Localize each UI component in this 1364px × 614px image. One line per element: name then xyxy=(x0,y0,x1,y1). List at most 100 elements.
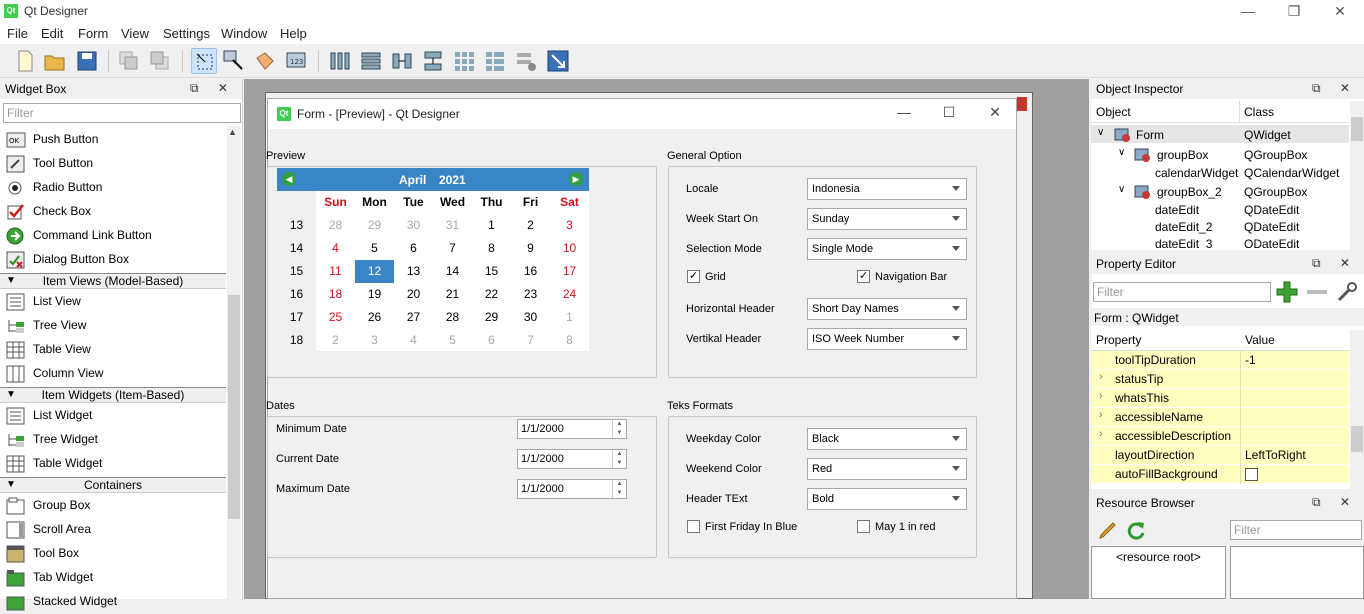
tree-row-calendarwidget[interactable]: calendarWidget QCalendarWidget xyxy=(1091,163,1349,181)
category-item-views[interactable]: ▼ Item Views (Model-Based) xyxy=(0,273,226,289)
widget-dialog-button-box[interactable]: Dialog Button Box xyxy=(4,248,226,272)
menu-settings[interactable]: Settings xyxy=(163,26,210,41)
calendar-day[interactable]: 8 xyxy=(550,329,589,352)
calendar-day[interactable]: 6 xyxy=(472,329,511,352)
layout-splitter-vertical-icon[interactable] xyxy=(420,48,446,74)
tree-row-groupbox-2[interactable]: ∨ groupBox_2 QGroupBox xyxy=(1091,182,1349,200)
selection-mode-combo[interactable]: Single Mode xyxy=(807,238,967,260)
layout-form-icon[interactable] xyxy=(482,48,508,74)
column-class[interactable]: Class xyxy=(1244,105,1274,119)
calendar-year[interactable]: 2021 xyxy=(439,173,466,187)
resource-tree[interactable]: <resource root> xyxy=(1091,546,1226,599)
chevron-down-icon[interactable]: ∨ xyxy=(1118,184,1125,195)
layout-grid-icon[interactable] xyxy=(451,48,477,74)
widget-list-view[interactable]: List View xyxy=(4,290,226,314)
calendar-day[interactable]: 28 xyxy=(316,214,355,237)
widget-push-button[interactable]: OK Push Button xyxy=(4,128,226,152)
category-containers[interactable]: ▼ Containers xyxy=(0,477,226,493)
calendar-day[interactable]: 29 xyxy=(355,214,394,237)
restore-button[interactable]: ❐ xyxy=(1272,2,1316,22)
tree-row-dateedit-3[interactable]: dateEdit_3 QDateEdit xyxy=(1091,234,1349,248)
grid-checkbox[interactable]: ✓ xyxy=(687,270,700,283)
dock-float-close-icons[interactable]: ⧉ ✕ xyxy=(190,81,236,96)
dock-float-close-icons[interactable]: ⧉ ✕ xyxy=(1312,495,1358,510)
widget-group-box[interactable]: Group Box xyxy=(4,494,226,518)
calendar-day[interactable]: 17 xyxy=(550,260,589,283)
layout-horizontal-icon[interactable] xyxy=(327,48,353,74)
calendar-day[interactable]: 5 xyxy=(355,237,394,260)
calendar-day[interactable]: 19 xyxy=(355,283,394,306)
widget-table-view[interactable]: Table View xyxy=(4,338,226,362)
minimum-date-edit[interactable]: 1/1/2000 ▲ ▼ xyxy=(517,419,627,439)
menu-help[interactable]: Help xyxy=(280,26,307,41)
calendar-day[interactable]: 1 xyxy=(472,214,511,237)
menu-form[interactable]: Form xyxy=(78,26,108,41)
calendar-day[interactable]: 15 xyxy=(472,260,511,283)
maximum-date-edit[interactable]: 1/1/2000 ▲ ▼ xyxy=(517,479,627,499)
week-start-combo[interactable]: Sunday xyxy=(807,208,967,230)
chevron-down-icon[interactable]: ∨ xyxy=(1118,147,1125,158)
calendar-day[interactable]: 8 xyxy=(472,237,511,260)
resource-root[interactable]: <resource root> xyxy=(1116,550,1201,564)
vertical-header-combo[interactable]: ISO Week Number xyxy=(807,328,967,350)
dock-float-close-icons[interactable]: ⧉ ✕ xyxy=(1312,256,1358,271)
next-month-icon[interactable]: ▶ xyxy=(569,172,583,186)
widget-radio-button[interactable]: Radio Button xyxy=(4,176,226,200)
send-to-back-icon[interactable] xyxy=(116,48,142,74)
widget-scroll-area[interactable]: Scroll Area xyxy=(4,518,226,542)
calendar-day[interactable]: 3 xyxy=(355,329,394,352)
tree-row-groupbox[interactable]: ∨ groupBox QGroupBox xyxy=(1091,145,1349,163)
column-value[interactable]: Value xyxy=(1245,333,1275,347)
calendar-day[interactable]: 1 xyxy=(550,306,589,329)
resource-list[interactable] xyxy=(1230,546,1364,599)
prev-month-icon[interactable]: ◀ xyxy=(282,172,296,186)
widget-tree-view[interactable]: Tree View xyxy=(4,314,226,338)
open-folder-icon[interactable] xyxy=(42,48,68,74)
layout-vertical-icon[interactable] xyxy=(358,48,384,74)
calendar-day[interactable]: 4 xyxy=(394,329,433,352)
calendar-day[interactable]: 11 xyxy=(316,260,355,283)
calendar-day[interactable]: 13 xyxy=(394,260,433,283)
locale-combo[interactable]: Indonesia xyxy=(807,178,967,200)
layout-splitter-horizontal-icon[interactable] xyxy=(389,48,415,74)
column-object[interactable]: Object xyxy=(1096,105,1131,119)
property-editor-scrollbar[interactable] xyxy=(1350,330,1364,489)
menu-view[interactable]: View xyxy=(121,26,149,41)
preview-minimize-button[interactable]: — xyxy=(884,104,924,124)
property-row[interactable]: › accessibleName xyxy=(1091,408,1349,427)
new-form-icon[interactable] xyxy=(12,48,38,74)
close-window-button[interactable]: ✕ xyxy=(1318,2,1362,22)
calendar-day[interactable]: 31 xyxy=(433,214,472,237)
calendar-day[interactable]: 21 xyxy=(433,283,472,306)
save-icon[interactable] xyxy=(74,48,100,74)
calendar-day[interactable]: 3 xyxy=(550,214,589,237)
minimize-button[interactable]: — xyxy=(1226,2,1270,22)
header-text-combo[interactable]: Bold xyxy=(807,488,967,510)
chevron-down-icon[interactable]: ∨ xyxy=(1097,127,1104,138)
chevron-right-icon[interactable]: › xyxy=(1099,390,1103,402)
property-row[interactable]: › accessibleDescription xyxy=(1091,427,1349,446)
chevron-right-icon[interactable]: › xyxy=(1099,371,1103,383)
dock-float-close-icons[interactable]: ⧉ ✕ xyxy=(1312,81,1358,96)
calendar-day[interactable]: 22 xyxy=(472,283,511,306)
calendar-day[interactable]: 6 xyxy=(394,237,433,260)
calendar-day[interactable]: 29 xyxy=(472,306,511,329)
calendar-day[interactable]: 2 xyxy=(316,329,355,352)
resource-filter-input[interactable]: Filter xyxy=(1230,520,1362,540)
menu-window[interactable]: Window xyxy=(221,26,267,41)
widget-column-view[interactable]: Column View xyxy=(4,362,226,386)
widget-tab-widget[interactable]: Tab Widget xyxy=(4,566,226,590)
widget-tool-button[interactable]: Tool Button xyxy=(4,152,226,176)
calendar-day[interactable]: 16 xyxy=(511,260,550,283)
property-editor-scroll-thumb[interactable] xyxy=(1351,426,1363,452)
calendar-day[interactable]: 20 xyxy=(394,283,433,306)
property-row[interactable]: layoutDirection LeftToRight xyxy=(1091,446,1349,465)
calendar-day[interactable]: 30 xyxy=(511,306,550,329)
horizontal-header-combo[interactable]: Short Day Names xyxy=(807,298,967,320)
calendar-day[interactable]: 25 xyxy=(316,306,355,329)
widget-tree-widget[interactable]: Tree Widget xyxy=(4,428,226,452)
first-friday-checkbox[interactable] xyxy=(687,520,700,533)
spin-arrows-icon[interactable]: ▲ ▼ xyxy=(612,480,626,498)
edit-tab-order-icon[interactable]: 123 xyxy=(284,48,310,74)
widget-check-box[interactable]: Check Box xyxy=(4,200,226,224)
